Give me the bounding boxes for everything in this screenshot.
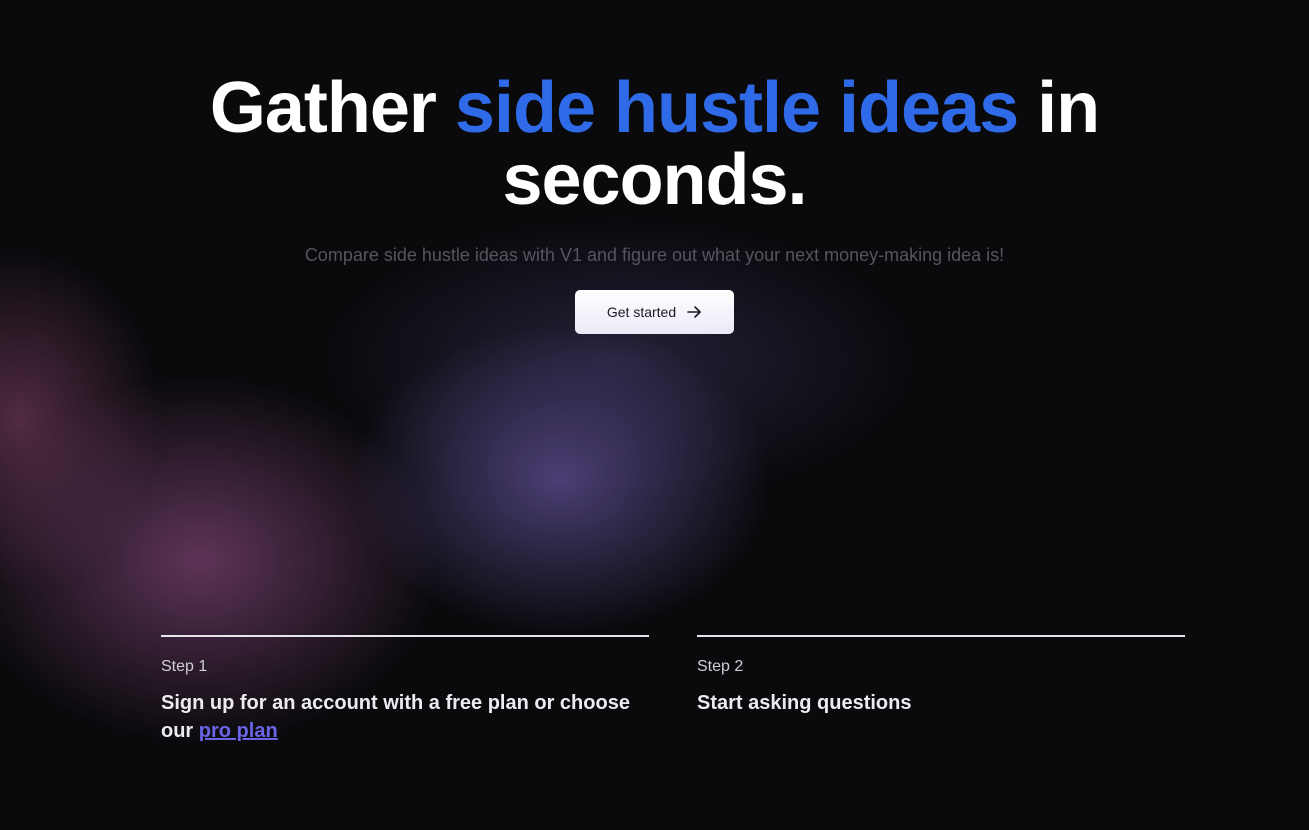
step-label: Step 1 [161, 658, 208, 675]
headline-text-start: Gather [209, 68, 455, 148]
hero-subtitle: Compare side hustle ideas with V1 and fi… [304, 245, 1005, 265]
step-2: Step 2 Start asking questions [697, 635, 1185, 745]
arrow-right-icon [686, 304, 702, 320]
landing-page: Gather side hustle ideas in seconds. Com… [0, 0, 1309, 830]
step-1: Step 1 Sign up for an account with a fre… [161, 635, 649, 745]
pro-plan-link[interactable]: pro plan [199, 720, 278, 742]
step-title: Sign up for an account with a free plan … [161, 689, 649, 745]
step-title: Start asking questions [697, 689, 1185, 717]
step-label: Step 2 [697, 658, 744, 675]
get-started-label: Get started [606, 304, 677, 320]
get-started-button[interactable]: Get started [574, 290, 735, 334]
step-title-text: Start asking questions [697, 692, 912, 714]
page-title: Gather side hustle ideas in seconds. [205, 72, 1105, 216]
headline-accent: side hustle ideas [454, 68, 1019, 148]
hero-section: Gather side hustle ideas in seconds. Com… [0, 72, 1309, 334]
steps-section: Step 1 Sign up for an account with a fre… [161, 635, 1185, 745]
